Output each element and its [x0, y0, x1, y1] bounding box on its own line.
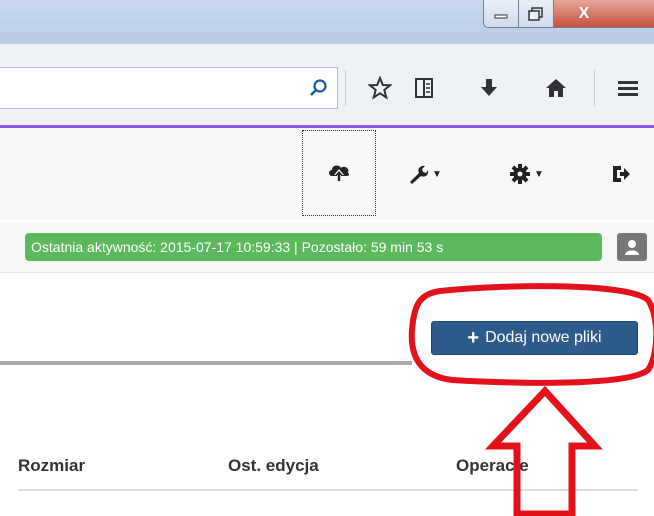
- annotation-arrow-icon: [484, 385, 603, 516]
- highlight-ellipse: [408, 283, 654, 386]
- annotation-overlay: [408, 283, 654, 516]
